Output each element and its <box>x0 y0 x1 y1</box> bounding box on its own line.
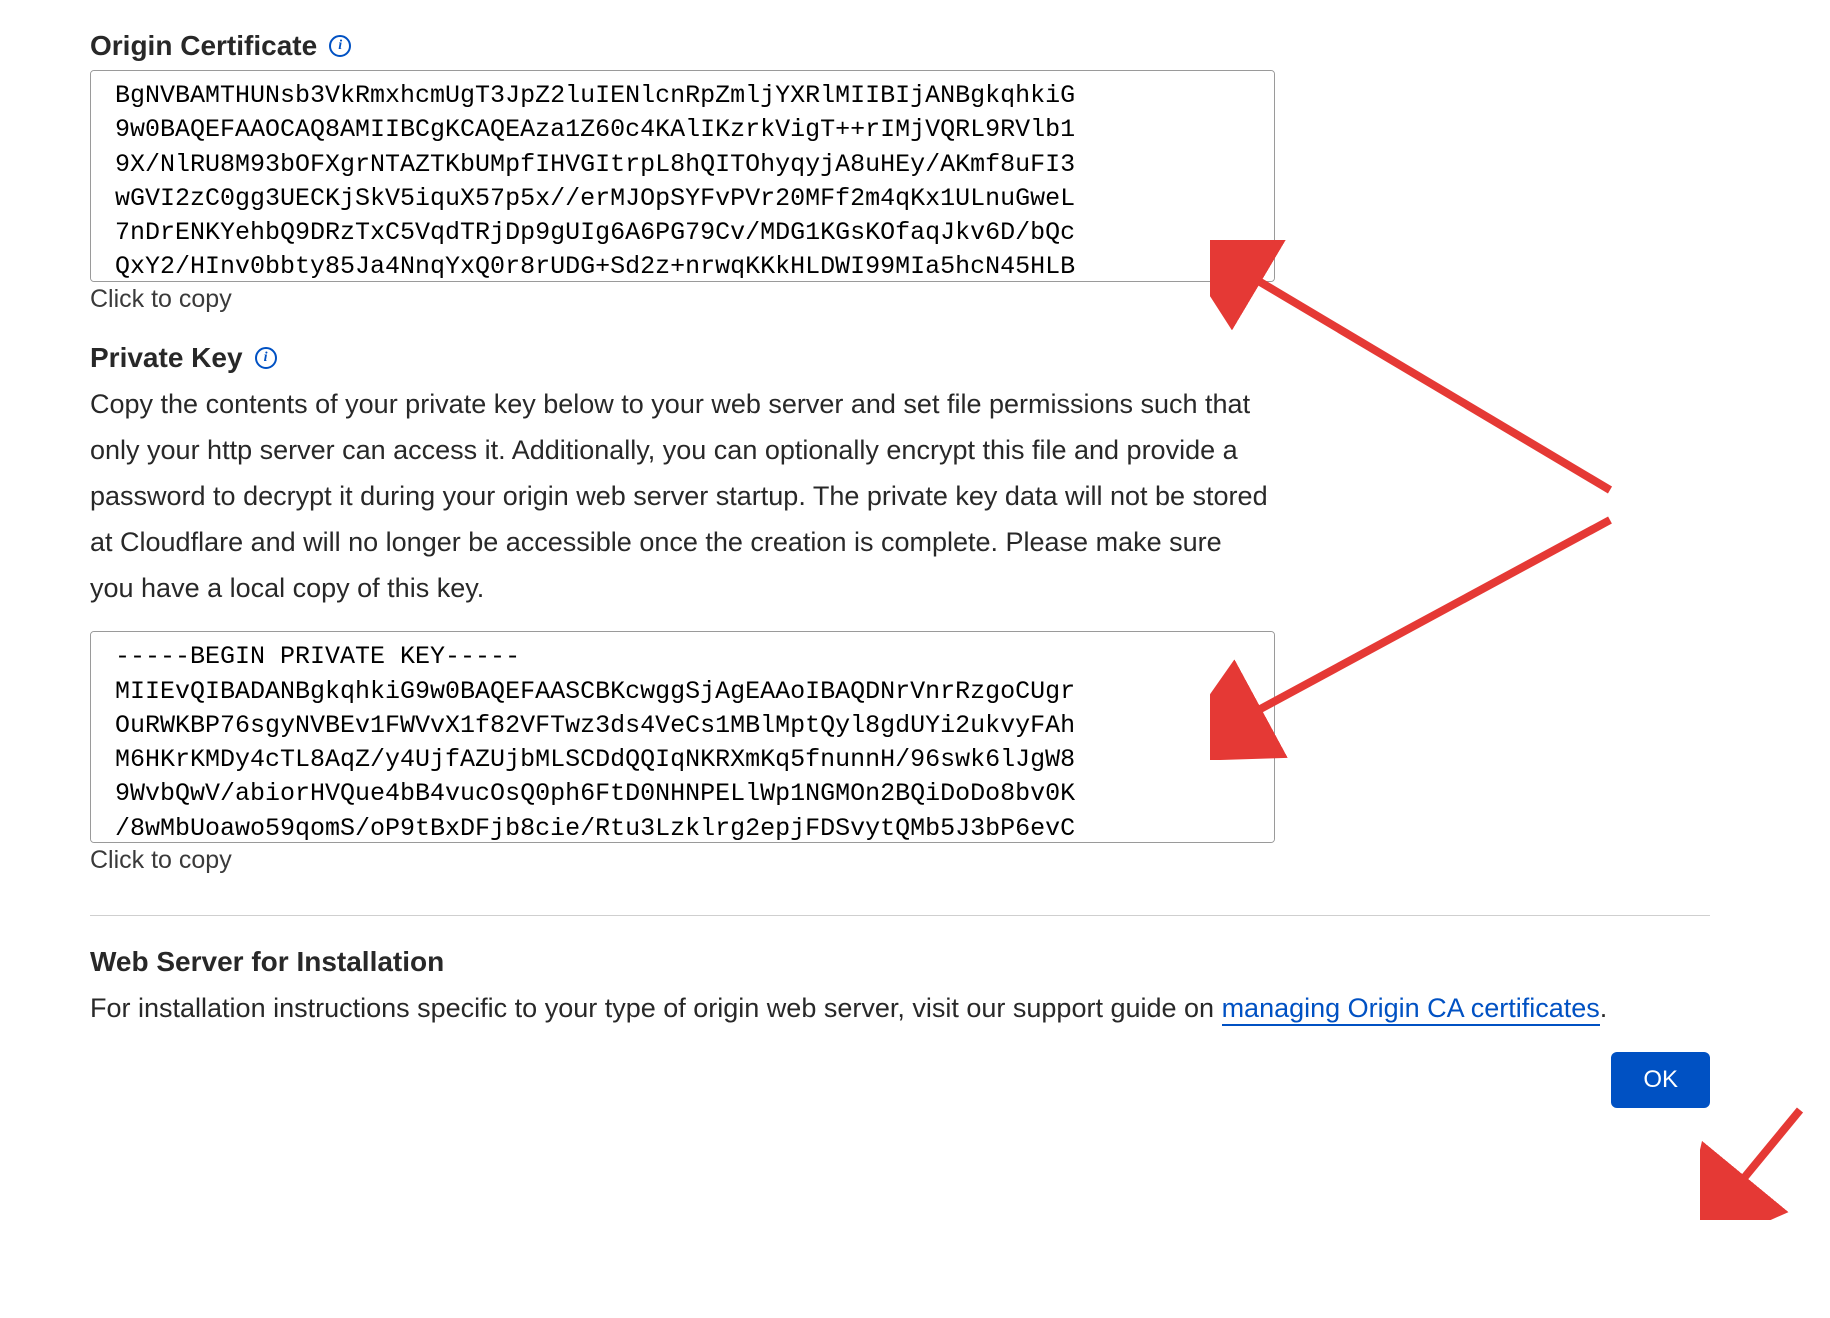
info-icon[interactable]: i <box>255 347 277 369</box>
private-key-heading: Private Key i <box>90 342 1710 374</box>
info-icon[interactable]: i <box>329 35 351 57</box>
private-key-heading-text: Private Key <box>90 342 243 374</box>
web-server-desc-pre: For installation instructions specific t… <box>90 993 1222 1023</box>
private-key-box-wrap <box>90 631 1275 848</box>
origin-certificate-textarea[interactable] <box>90 70 1275 282</box>
web-server-heading: Web Server for Installation <box>90 946 1710 978</box>
web-server-heading-text: Web Server for Installation <box>90 946 444 978</box>
ok-button[interactable]: OK <box>1611 1052 1710 1108</box>
web-server-description: For installation instructions specific t… <box>90 986 1630 1032</box>
origin-cert-copy-hint[interactable]: Click to copy <box>90 285 1710 314</box>
web-server-desc-post: . <box>1600 993 1608 1023</box>
footer-row: OK <box>90 1052 1710 1108</box>
origin-certificate-box-wrap <box>90 70 1275 287</box>
private-key-copy-hint[interactable]: Click to copy <box>90 846 1710 875</box>
section-divider <box>90 915 1710 916</box>
managing-origin-ca-link[interactable]: managing Origin CA certificates <box>1222 993 1600 1026</box>
page-content: Origin Certificate i Click to copy Priva… <box>90 30 1710 1108</box>
private-key-textarea[interactable] <box>90 631 1275 843</box>
annotation-arrow-ok <box>1700 1100 1820 1220</box>
private-key-description: Copy the contents of your private key be… <box>90 382 1270 611</box>
origin-certificate-heading-text: Origin Certificate <box>90 30 317 62</box>
origin-certificate-heading: Origin Certificate i <box>90 30 1710 62</box>
